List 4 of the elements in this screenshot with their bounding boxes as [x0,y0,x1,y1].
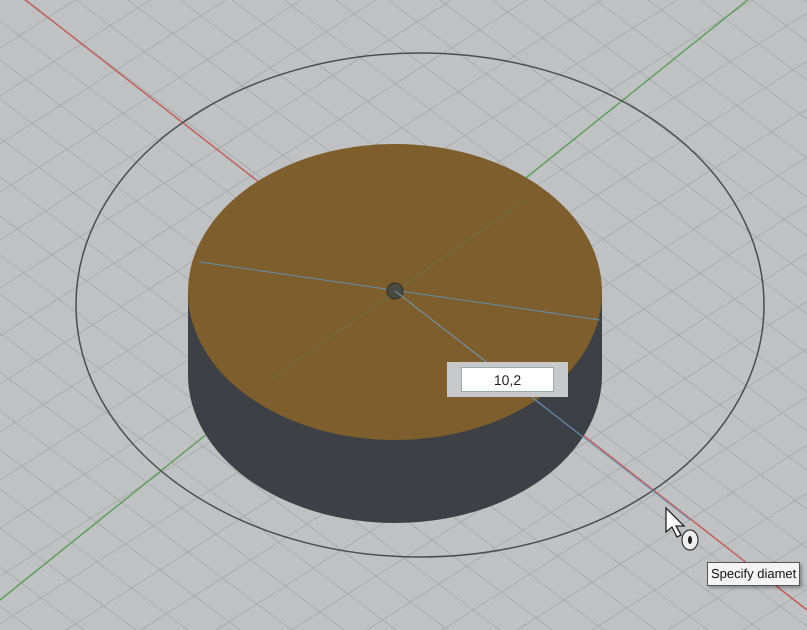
tooltip: Specify diamet [707,562,800,586]
cursor-icon [665,506,699,551]
cad-viewport[interactable]: 10,2 Specify diamet [0,0,807,630]
dimension-input-field[interactable]: 10,2 [447,362,568,397]
